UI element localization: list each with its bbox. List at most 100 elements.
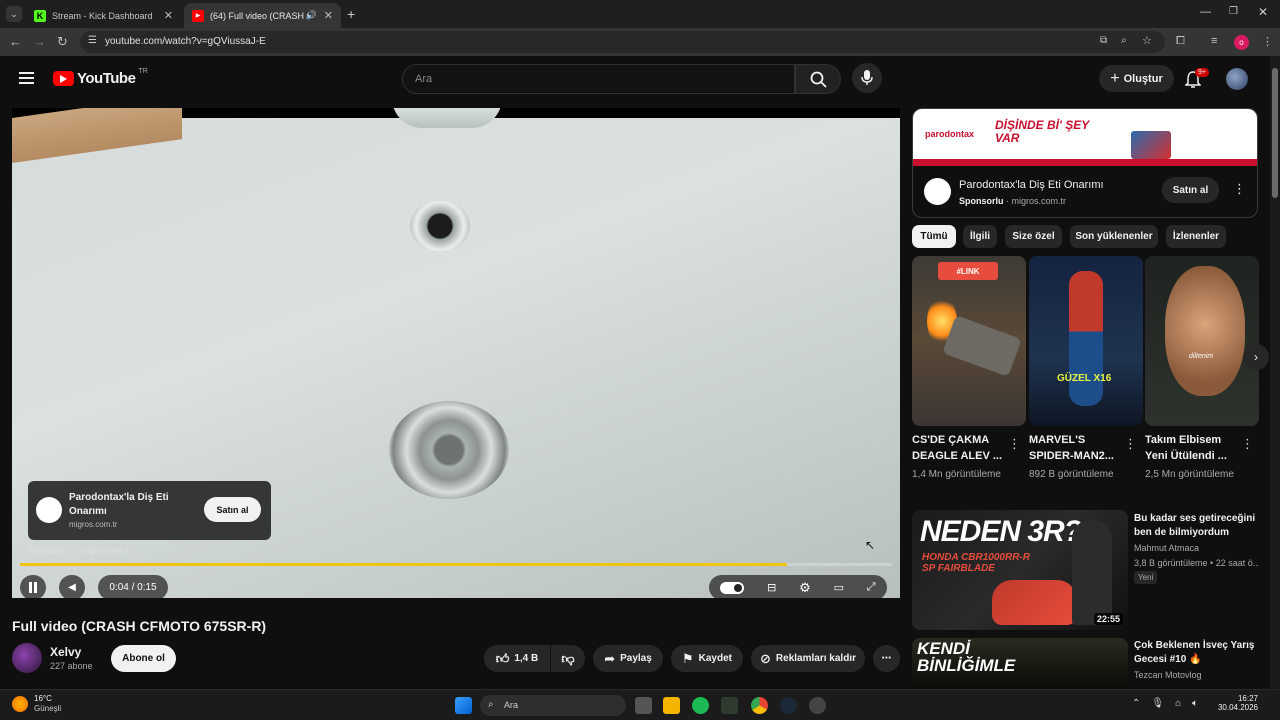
short-thumbnail[interactable]: #LINK xyxy=(912,256,1026,426)
video-title-link[interactable]: Bu kadar ses getireceğini ben de bilmiyo… xyxy=(1134,512,1259,540)
close-icon[interactable]: ✕ xyxy=(324,9,333,22)
reload-icon[interactable]: ↻ xyxy=(57,34,68,50)
youtube-logo[interactable]: YouTube TR xyxy=(53,68,148,87)
new-tab-button[interactable]: + xyxy=(347,6,355,22)
zoom-icon[interactable]: ⌕ xyxy=(1121,35,1127,46)
short-title[interactable]: Takım Elbisem Yeni Ütülendi ... xyxy=(1145,432,1240,464)
like-button[interactable]: 👍︎ 1,4 B xyxy=(484,645,550,672)
video-thumbnail[interactable]: NEDEN 3R? HONDA CBR1000RR-R SP FAIRBLADE… xyxy=(912,510,1128,630)
windows-start-icon[interactable] xyxy=(455,697,472,714)
weather-widget[interactable]: 16°C Güneşli xyxy=(12,694,61,714)
short-overlay-text: diltenim xyxy=(1189,353,1214,360)
back-icon[interactable]: ← xyxy=(9,34,22,49)
share-button[interactable]: ➦ Paylaş xyxy=(593,645,663,672)
fullscreen-icon[interactable]: ⤢ xyxy=(867,581,876,594)
scrollbar-thumb[interactable] xyxy=(1272,68,1278,198)
chip-all[interactable]: Tümü xyxy=(912,225,956,248)
search-input[interactable]: Ara xyxy=(402,64,795,94)
volume-icon[interactable]: 🔈︎ xyxy=(1192,698,1198,709)
microphone-icon xyxy=(861,70,873,85)
chrome-icon[interactable] xyxy=(751,697,768,714)
search-button[interactable] xyxy=(795,64,841,94)
chip-for-you[interactable]: Size özel xyxy=(1005,225,1062,248)
more-actions-button[interactable]: ⋯ xyxy=(873,645,900,672)
hamburger-menu-icon[interactable] xyxy=(19,72,34,84)
channel-name[interactable]: Xelvy xyxy=(50,645,81,659)
tray-chevron-icon[interactable]: ⌃ xyxy=(1132,698,1140,709)
video-meta: 3,8 B görüntüleme • 22 saat ö... xyxy=(1134,558,1259,568)
settings-gear-icon[interactable]: ⚙ xyxy=(799,580,811,596)
profile-avatar[interactable]: o xyxy=(1234,35,1249,50)
more-vertical-icon[interactable]: ⋮ xyxy=(1241,436,1254,452)
speaker-icon[interactable]: 🔊 xyxy=(306,10,317,21)
short-title[interactable]: CS'DE ÇAKMA DEAGLE ALEV ... xyxy=(912,432,1007,464)
maximize-icon[interactable]: ❐ xyxy=(1229,6,1238,17)
ad-cta-button[interactable]: Satın al xyxy=(204,497,261,522)
chip-related[interactable]: İlgili xyxy=(963,225,997,248)
pause-button[interactable] xyxy=(20,575,46,598)
tab-youtube-video[interactable]: ▶ (64) Full video (CRASH CFM 🔊 ✕ xyxy=(184,3,341,28)
address-bar[interactable]: ☰ youtube.com/watch?v=gQViussaJ-E ⧉ ⌕ ☆ xyxy=(80,31,1165,53)
theater-mode-icon[interactable]: ▭ xyxy=(834,581,844,594)
task-view-icon[interactable] xyxy=(635,697,652,714)
subtitles-icon[interactable]: ⊟ xyxy=(767,581,776,594)
extensions-icon[interactable]: ⧠ xyxy=(1176,35,1185,48)
forward-icon[interactable]: → xyxy=(33,34,46,49)
subscribe-button[interactable]: Abone ol xyxy=(111,645,176,672)
video-player[interactable]: Parodontax'la Diş Eti Onarımı migros.com… xyxy=(12,108,900,598)
clock[interactable]: 16:27 30.04.2026 xyxy=(1210,694,1258,712)
ad-cta-button[interactable]: Satın al xyxy=(1162,177,1219,203)
short-thumbnail[interactable]: GÜZEL X16 xyxy=(1029,256,1143,426)
ad-overlay-card[interactable]: Parodontax'la Diş Eti Onarımı migros.com… xyxy=(28,481,271,540)
youtube-play-icon xyxy=(53,71,74,86)
close-icon[interactable]: ✕ xyxy=(164,9,173,22)
notifications-button[interactable]: 9+ xyxy=(1184,68,1209,90)
account-avatar[interactable] xyxy=(1226,68,1248,90)
chip-recent[interactable]: Son yüklenenler xyxy=(1070,225,1158,248)
window-close-icon[interactable]: ✕ xyxy=(1258,5,1268,19)
browser-menu-icon[interactable]: ⋮ xyxy=(1262,35,1273,48)
install-app-icon[interactable]: ⧉ xyxy=(1100,35,1107,46)
app-icon[interactable] xyxy=(809,697,826,714)
chip-watched[interactable]: İzlenenler xyxy=(1166,225,1226,248)
progress-bar[interactable] xyxy=(20,563,892,566)
video-channel[interactable]: Tezcan Motovlog xyxy=(1134,670,1259,680)
short-thumbnail[interactable]: diltenim xyxy=(1145,256,1259,426)
shorts-next-button[interactable]: › xyxy=(1243,344,1269,370)
sidebar-ad[interactable]: parodontax DİŞİNDE Bİ' ŞEY VAR Parodonta… xyxy=(912,108,1258,218)
volume-button[interactable]: ◀ xyxy=(59,575,85,598)
page-scrollbar[interactable] xyxy=(1270,56,1280,689)
voice-search-button[interactable] xyxy=(852,63,882,93)
autoplay-toggle-icon[interactable] xyxy=(720,581,745,594)
media-control-icon[interactable]: ≡ xyxy=(1211,35,1217,47)
tab-kick-dashboard[interactable]: K Stream - Kick Dashboard ✕ xyxy=(26,3,181,28)
dislike-button[interactable]: 👎︎ xyxy=(551,645,585,672)
steam-icon[interactable] xyxy=(780,697,797,714)
ad-domain: migros.com.tr xyxy=(1011,196,1067,206)
channel-avatar[interactable] xyxy=(12,643,42,673)
thumb-headline: KENDİ BİNLİĞİMLE xyxy=(917,639,1016,675)
video-thumbnail[interactable]: KENDİ BİNLİĞİMLE xyxy=(912,638,1128,688)
microphone-icon[interactable]: 🎙︎ xyxy=(1151,698,1164,709)
bookmark-star-icon[interactable]: ☆ xyxy=(1142,34,1152,47)
short-gun-shape xyxy=(942,315,1022,377)
browser-tab-bar: ⌄ K Stream - Kick Dashboard ✕ ▶ (64) Ful… xyxy=(0,0,1280,28)
network-icon[interactable]: ⌂ xyxy=(1175,698,1181,709)
create-button[interactable]: + Oluştur xyxy=(1099,65,1174,92)
more-vertical-icon[interactable]: ⋮ xyxy=(1233,181,1246,197)
search-icon: ⌕ xyxy=(488,699,494,710)
save-button[interactable]: ⚑ Kaydet xyxy=(671,645,743,672)
more-vertical-icon[interactable]: ⋮ xyxy=(1008,436,1021,452)
tab-search-icon[interactable]: ⌄ xyxy=(6,6,22,22)
file-explorer-icon[interactable] xyxy=(663,697,680,714)
remove-ads-button[interactable]: ⊘ Reklamları kaldır xyxy=(751,645,865,672)
terminal-icon[interactable] xyxy=(721,697,738,714)
video-channel[interactable]: Mahmut Atmaca xyxy=(1134,543,1259,553)
taskbar-search[interactable]: ⌕ Ara xyxy=(480,695,626,716)
video-title-link[interactable]: Çok Beklenen İsveç Yarış Gecesi #10 🔥 xyxy=(1134,639,1259,667)
site-info-icon[interactable]: ☰ xyxy=(88,35,97,46)
short-title[interactable]: MARVEL'S SPIDER-MAN2... xyxy=(1029,432,1124,464)
minimize-icon[interactable]: — xyxy=(1200,6,1211,18)
spotify-icon[interactable] xyxy=(692,697,709,714)
more-vertical-icon[interactable]: ⋮ xyxy=(1124,436,1137,452)
